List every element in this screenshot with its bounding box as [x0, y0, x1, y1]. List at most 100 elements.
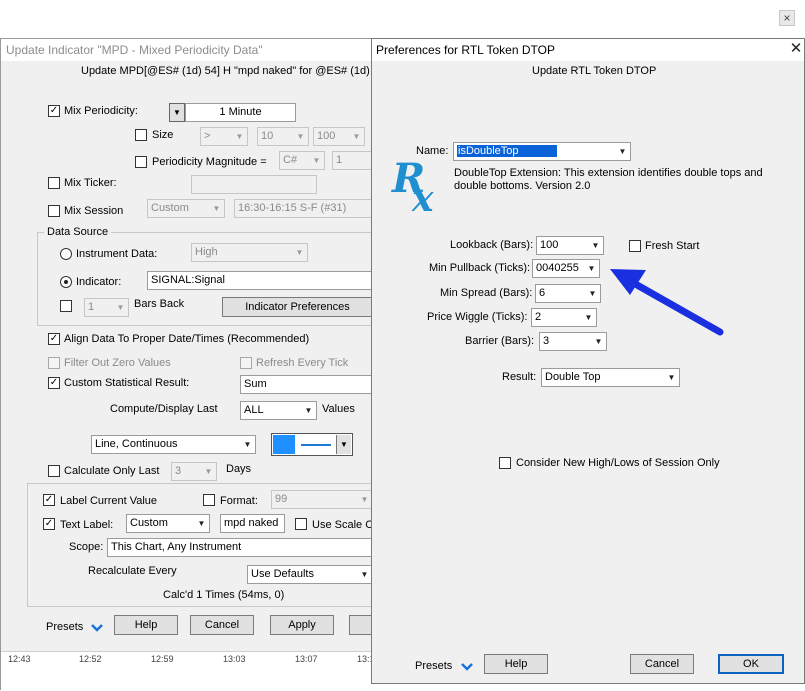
presets-link[interactable]: Presets	[415, 660, 452, 672]
size-value1: 10	[261, 130, 274, 142]
close-icon[interactable]: ✕	[787, 41, 805, 59]
calc-only-checkbox[interactable]	[48, 465, 60, 477]
min-pullback-select[interactable]: 0040255 ▼	[532, 259, 600, 278]
instrument-data-label: Instrument Data:	[76, 248, 158, 260]
result-value: Double Top	[545, 371, 601, 383]
magnitude-operator-select[interactable]: C# ▼	[279, 151, 325, 170]
presets-link[interactable]: Presets	[46, 621, 83, 633]
calc-only-select[interactable]: 3 ▼	[171, 462, 217, 481]
chevron-down-icon: ▼	[243, 440, 252, 449]
scope-field[interactable]: This Chart, Any Instrument	[107, 538, 373, 557]
time-tick: 12:52	[79, 654, 102, 664]
ok-button[interactable]: OK	[718, 654, 784, 674]
mix-ticker-checkbox[interactable]	[48, 177, 60, 189]
barrier-select[interactable]: 3 ▼	[539, 332, 607, 351]
price-wiggle-select[interactable]: 2 ▼	[531, 308, 597, 327]
min-pullback-value: 0040255	[536, 262, 579, 274]
custom-stat-field[interactable]: Sum	[240, 375, 373, 394]
label-current-checkbox[interactable]: ✓	[43, 494, 55, 506]
instrument-data-select[interactable]: High ▼	[191, 243, 308, 262]
periodicity-dropdown-button[interactable]: ▼	[169, 103, 185, 122]
text-label-field[interactable]: mpd naked	[220, 514, 285, 533]
rx-logo: R x	[390, 157, 444, 225]
instrument-data-radio[interactable]	[60, 248, 72, 260]
cancel-button[interactable]: Cancel	[190, 615, 254, 635]
format-value: 99	[275, 493, 288, 505]
mix-session-checkbox[interactable]	[48, 205, 60, 217]
min-spread-label: Min Spread (Bars):	[440, 287, 533, 299]
chevron-down-icon[interactable]	[460, 661, 474, 673]
window-title: Preferences for RTL Token DTOP	[372, 39, 804, 61]
name-value: isDoubleTop	[457, 145, 557, 157]
background-close-icon[interactable]: ×	[779, 10, 795, 26]
periodicity-value-field[interactable]: 1 Minute	[185, 103, 296, 122]
indicator-preferences-button[interactable]: Indicator Preferences	[222, 297, 373, 317]
size-value2-select[interactable]: 100 ▼	[313, 127, 365, 146]
help-button[interactable]: Help	[114, 615, 178, 635]
text-label-checkbox[interactable]: ✓	[43, 518, 55, 530]
text-label-select[interactable]: Custom ▼	[126, 514, 210, 533]
indicator-label: Indicator:	[76, 276, 122, 288]
chevron-down-icon[interactable]	[90, 622, 104, 634]
format-select[interactable]: 99 ▼	[271, 490, 373, 509]
calc-only-suffix: Days	[226, 463, 252, 475]
filter-zero-label: Filter Out Zero Values	[64, 357, 171, 369]
mix-ticker-field[interactable]	[191, 175, 317, 194]
size-checkbox[interactable]	[135, 129, 147, 141]
magnitude-value-field[interactable]: 1	[332, 151, 372, 170]
custom-stat-checkbox[interactable]: ✓	[48, 377, 60, 389]
chevron-down-icon: ▼	[235, 132, 244, 141]
apply-button[interactable]: Apply	[270, 615, 334, 635]
extension-description: DoubleTop Extension: This extension iden…	[454, 167, 763, 192]
ok-button-partial[interactable]	[349, 615, 373, 635]
chevron-down-icon: ▼	[312, 156, 321, 165]
bars-back-select[interactable]: 1 ▼	[84, 298, 129, 317]
recalc-select[interactable]: Use Defaults ▼	[247, 565, 373, 584]
indicator-field[interactable]: SIGNAL:Signal	[147, 271, 373, 290]
recalc-value: Use Defaults	[251, 568, 314, 580]
help-button[interactable]: Help	[484, 654, 548, 674]
format-checkbox[interactable]	[203, 494, 215, 506]
mix-session-select[interactable]: Custom ▼	[147, 199, 225, 218]
calcd-status: Calc'd 1 Times (54ms, 0)	[163, 589, 285, 601]
align-data-label: Align Data To Proper Date/Times (Recomme…	[64, 333, 310, 345]
min-pullback-label: Min Pullback (Ticks):	[429, 262, 531, 274]
chevron-down-icon: ▼	[197, 519, 206, 528]
min-spread-select[interactable]: 6 ▼	[535, 284, 601, 303]
chart-time-axis: 12:43 12:52 12:59 13:03 13:07 13:1	[1, 651, 375, 691]
fresh-start-checkbox[interactable]	[629, 240, 641, 252]
compute-select[interactable]: ALL ▼	[240, 401, 317, 420]
chevron-down-icon: ▼	[587, 264, 596, 273]
chevron-down-icon: ▼	[336, 435, 351, 454]
lookback-value: 100	[540, 239, 559, 251]
lookback-select[interactable]: 100 ▼	[536, 236, 604, 255]
magnitude-operator-value: C#	[283, 154, 298, 166]
size-operator-value: >	[204, 130, 211, 142]
chevron-down-icon: ▼	[667, 373, 676, 382]
chevron-down-icon: ▼	[296, 132, 305, 141]
bars-back-checkbox[interactable]	[60, 300, 72, 312]
mix-periodicity-checkbox[interactable]: ✓	[48, 105, 60, 117]
label-current-label: Label Current Value	[60, 495, 158, 507]
refresh-tick-checkbox[interactable]	[240, 357, 252, 369]
cancel-button[interactable]: Cancel	[630, 654, 694, 674]
mix-ticker-label: Mix Ticker:	[64, 177, 117, 189]
result-select[interactable]: Double Top ▼	[541, 368, 680, 387]
size-value1-select[interactable]: 10 ▼	[257, 127, 309, 146]
filter-zero-checkbox[interactable]	[48, 357, 60, 369]
format-label: Format:	[220, 495, 258, 507]
time-tick: 13:07	[295, 654, 318, 664]
size-operator-select[interactable]: > ▼	[200, 127, 248, 146]
time-tick: 12:43	[8, 654, 31, 664]
calc-only-value: 3	[175, 465, 182, 477]
line-style-select[interactable]: Line, Continuous ▼	[91, 435, 256, 454]
periodicity-magnitude-checkbox[interactable]	[135, 156, 147, 168]
mix-session-value-field[interactable]: 16:30-16:15 S-F (#31)	[234, 199, 372, 218]
name-select[interactable]: isDoubleTop ▼	[453, 142, 631, 161]
indicator-radio[interactable]	[60, 276, 72, 288]
line-color-picker[interactable]: ▼	[271, 433, 353, 456]
use-scale-checkbox[interactable]	[295, 518, 307, 530]
size-value2: 100	[317, 130, 336, 142]
consider-session-checkbox[interactable]	[499, 457, 511, 469]
align-data-checkbox[interactable]: ✓	[48, 333, 60, 345]
